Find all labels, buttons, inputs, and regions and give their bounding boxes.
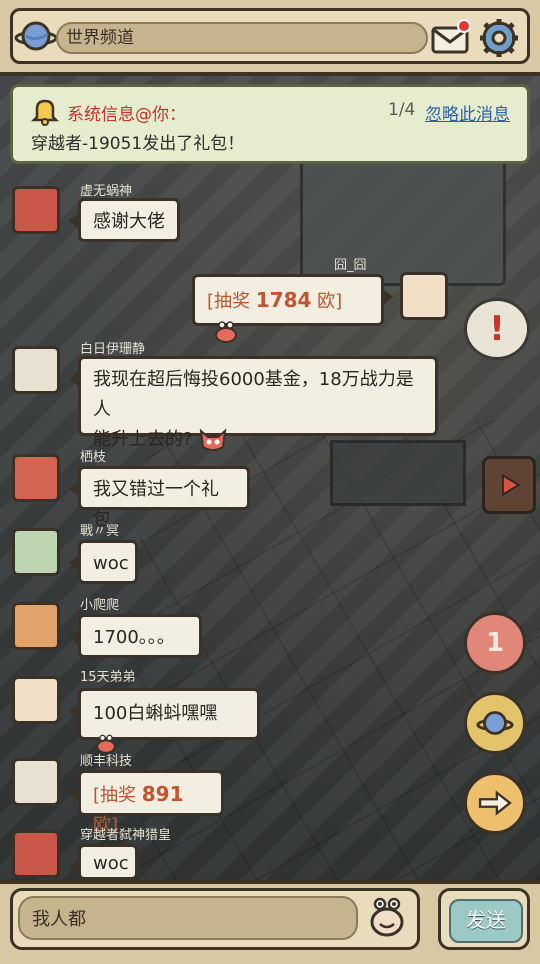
planet-icon <box>476 711 514 735</box>
channel-search[interactable]: 世界频道 <box>56 22 428 54</box>
chat-bubble: 感谢大佬 <box>69 198 180 242</box>
crab-icon <box>215 321 237 343</box>
username: 白日伊珊静 <box>80 342 146 357</box>
system-message-title: 系统信息@你： <box>67 105 186 125</box>
planet-icon[interactable] <box>14 14 58 58</box>
username: 戰〃冥 <box>80 524 120 539</box>
chat-text-line: 我现在超后悔投6000基金，18万战力是人 <box>93 369 414 420</box>
chat-bubble: woc <box>69 844 138 880</box>
avatar[interactable] <box>400 272 448 320</box>
avatar[interactable] <box>12 346 60 394</box>
username: 栖枝 <box>80 450 107 465</box>
mail-icon[interactable] <box>430 18 472 58</box>
ignore-message-link[interactable]: 忽略此消息 <box>425 100 510 125</box>
chat-bubble: 我现在超后悔投6000基金，18万战力是人 能升上去的? <box>69 356 438 451</box>
system-message-panel: 系统信息@你： 1/4 忽略此消息 穿越者-19051发出了礼包！ <box>10 84 530 164</box>
chat-text: 100白蝌蚪嘿嘿 <box>93 703 218 724</box>
username: 小爬爬 <box>80 598 120 613</box>
channel-label: 世界频道 <box>66 28 134 48</box>
avatar[interactable] <box>12 676 60 724</box>
send-button[interactable]: 发送 <box>438 888 530 950</box>
exclamation-icon[interactable]: ! <box>464 298 530 360</box>
avatar[interactable] <box>12 758 60 806</box>
planet-button[interactable] <box>464 692 526 754</box>
system-message-page: 1/4 <box>388 100 416 120</box>
username: 15天弟弟 <box>80 670 136 685</box>
gear-icon[interactable] <box>478 16 520 60</box>
lottery-bubble[interactable]: [抽奖 1784 欧] <box>192 274 393 343</box>
username: 穿越者弑神猎皇 <box>80 828 172 843</box>
chat-bubble: 100白蝌蚪嘿嘿 <box>69 688 260 754</box>
username: 顺丰科技 <box>80 754 133 769</box>
system-message-text: 穿越者-19051发出了礼包！ <box>31 134 245 154</box>
emoji-icon[interactable] <box>364 894 410 940</box>
lottery-prefix: [抽奖 <box>207 291 256 312</box>
lottery-amount: 1784 <box>255 288 312 312</box>
chat-text: woc <box>93 853 129 874</box>
lottery-suffix: 欧] <box>311 291 343 312</box>
username: 虚无蜗神 <box>80 184 133 199</box>
bell-icon <box>30 99 60 126</box>
chat-input[interactable] <box>18 896 358 940</box>
notification-count: 1 <box>485 628 505 658</box>
arrow-right-icon <box>478 790 512 816</box>
share-button[interactable] <box>464 772 526 834</box>
avatar[interactable] <box>12 454 60 502</box>
chat-text: 感谢大佬 <box>93 211 165 232</box>
send-label: 发送 <box>449 899 523 943</box>
chat-bubble: 1700。。。 <box>69 614 202 658</box>
chat-bubble: woc <box>69 540 138 584</box>
top-bar: 世界频道 <box>0 0 540 76</box>
avatar[interactable] <box>12 186 60 234</box>
chat-text: 1700。。。 <box>93 627 175 648</box>
background-machine <box>300 160 506 286</box>
avatar[interactable] <box>12 602 60 650</box>
username: 囧_囧 <box>334 258 367 273</box>
avatar[interactable] <box>12 528 60 576</box>
lottery-prefix: [抽奖 <box>93 785 142 806</box>
chat-text: woc <box>93 553 129 574</box>
play-arrow-icon[interactable] <box>482 456 536 514</box>
chat-text-line: 能升上去的? <box>93 429 193 450</box>
mask-emoji-icon <box>199 428 227 451</box>
lottery-amount: 891 <box>141 782 184 806</box>
lottery-bubble[interactable]: [抽奖 891 欧] <box>69 770 224 836</box>
chat-bubble: 我又错过一个礼包 <box>69 466 250 530</box>
notification-button[interactable]: 1 <box>464 612 526 674</box>
avatar[interactable] <box>12 830 60 878</box>
